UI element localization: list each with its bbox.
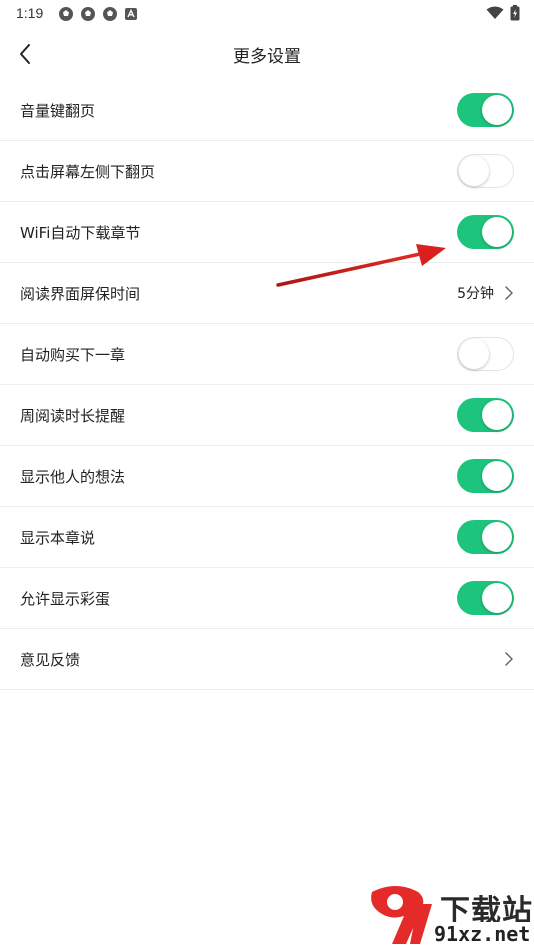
- toggle-knob: [482, 461, 512, 491]
- setting-label: 自动购买下一章: [20, 345, 126, 364]
- toggle-knob: [482, 95, 512, 125]
- setting-label: 显示本章说: [20, 528, 96, 547]
- allow-easter-eggs-toggle[interactable]: [457, 581, 514, 615]
- setting-row-screensaver-time[interactable]: 阅读界面屏保时间 5分钟: [0, 263, 534, 324]
- setting-row-allow-easter-eggs: 允许显示彩蛋: [0, 568, 534, 629]
- setting-label: 音量键翻页: [20, 101, 96, 120]
- status-right-icons: [486, 5, 520, 21]
- setting-label: WiFi自动下载章节: [20, 223, 141, 242]
- setting-label: 允许显示彩蛋: [20, 589, 111, 608]
- setting-row-feedback[interactable]: 意见反馈: [0, 629, 534, 690]
- status-left-icons: [58, 6, 138, 22]
- setting-row-volume-page-turn: 音量键翻页: [0, 80, 534, 141]
- setting-row-show-others-thoughts: 显示他人的想法: [0, 446, 534, 507]
- setting-row-auto-buy-next: 自动购买下一章: [0, 324, 534, 385]
- setting-row-weekly-reading-reminder: 周阅读时长提醒: [0, 385, 534, 446]
- status-time: 1:19: [16, 5, 44, 21]
- setting-label: 周阅读时长提醒: [20, 406, 126, 425]
- auto-buy-next-toggle[interactable]: [457, 337, 514, 371]
- settings-list: 音量键翻页 点击屏幕左侧下翻页 WiFi自动下载章节 阅读界面屏保时间 5分钟 …: [0, 80, 534, 690]
- weekly-reading-reminder-toggle[interactable]: [457, 398, 514, 432]
- soccer-ball-icon: [59, 7, 73, 21]
- wifi-icon: [486, 6, 504, 19]
- toggle-knob: [459, 339, 489, 369]
- notification-a-icon: [125, 8, 137, 20]
- setting-row-wifi-auto-download: WiFi自动下载章节: [0, 202, 534, 263]
- soccer-ball-icon: [103, 7, 117, 21]
- setting-label: 点击屏幕左侧下翻页: [20, 162, 156, 181]
- chevron-right-icon: [504, 651, 514, 667]
- setting-row-show-chapter-comments: 显示本章说: [0, 507, 534, 568]
- setting-row-tap-left-page-turn: 点击屏幕左侧下翻页: [0, 141, 534, 202]
- chevron-right-icon: [504, 285, 514, 301]
- battery-charging-icon: [510, 5, 520, 21]
- toggle-knob: [482, 583, 512, 613]
- setting-label: 显示他人的想法: [20, 467, 126, 486]
- toggle-knob: [459, 156, 489, 186]
- show-chapter-comments-toggle[interactable]: [457, 520, 514, 554]
- toggle-knob: [482, 522, 512, 552]
- soccer-ball-icon: [81, 7, 95, 21]
- setting-label: 阅读界面屏保时间: [20, 284, 141, 303]
- screensaver-time-value: 5分钟: [457, 286, 494, 302]
- toggle-knob: [482, 400, 512, 430]
- tap-left-page-turn-toggle[interactable]: [457, 154, 514, 188]
- setting-label: 意见反馈: [20, 650, 81, 669]
- page-title: 更多设置: [233, 47, 301, 67]
- volume-page-turn-toggle[interactable]: [457, 93, 514, 127]
- header: 更多设置: [0, 28, 534, 80]
- watermark: 下载站 91xz.net: [362, 884, 534, 950]
- status-bar: 1:19: [0, 0, 534, 28]
- wifi-auto-download-toggle[interactable]: [457, 215, 514, 249]
- show-others-thoughts-toggle[interactable]: [457, 459, 514, 493]
- watermark-text-bottom: 91xz.net: [434, 922, 531, 946]
- site-logo-icon: [371, 886, 432, 944]
- toggle-knob: [482, 217, 512, 247]
